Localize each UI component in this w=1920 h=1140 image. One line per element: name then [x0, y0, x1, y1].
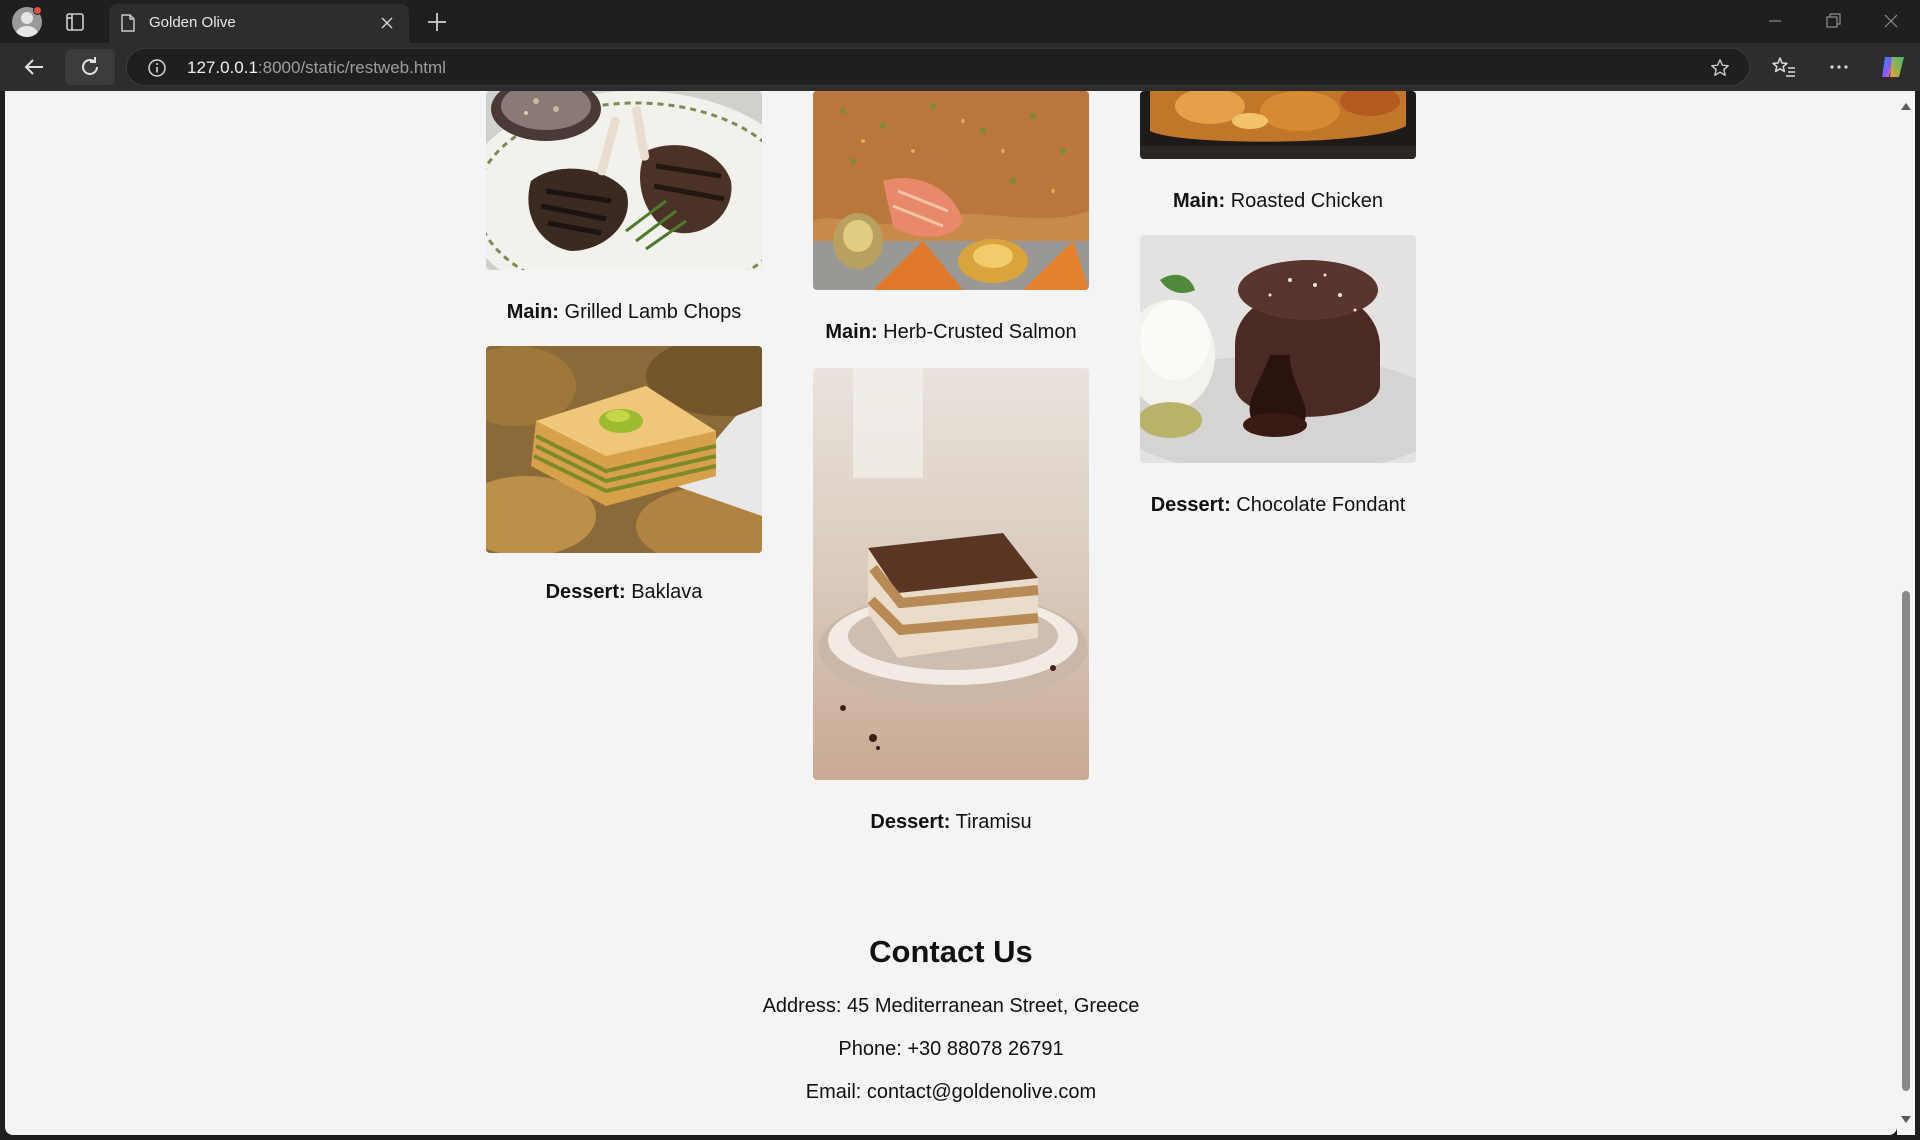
back-arrow-icon[interactable] — [18, 51, 50, 83]
site-info-icon[interactable] — [147, 58, 167, 78]
url-text: 127.0.0.1:8000/static/restweb.html — [187, 58, 446, 78]
contact-email: Email: contact@goldenolive.com — [805, 1081, 1097, 1103]
browser-tab-active[interactable]: Golden Olive — [109, 4, 409, 43]
dish-caption: Dessert: Baklava — [464, 581, 784, 604]
menu-item-roasted-chicken: Main: Roasted Chicken — [1140, 91, 1416, 212]
dish-course: Main: — [825, 321, 878, 343]
dish-course: Dessert: — [545, 581, 626, 603]
address-bar[interactable]: 127.0.0.1:8000/static/restweb.html — [126, 48, 1750, 86]
contact-address: Address: 45 Mediterranean Street, Greece — [762, 995, 1140, 1017]
contact-heading: Contact Us — [869, 934, 1033, 969]
page-viewport: Main: Grilled Lamb Chops Dessert: Baklav… — [5, 91, 1897, 1135]
tab-strip: Golden Olive — [0, 0, 1920, 43]
favorites-list-icon[interactable] — [1768, 51, 1800, 83]
dish-name: Roasted Chicken — [1230, 190, 1384, 212]
herb-crusted-salmon-photo — [813, 91, 1089, 290]
new-tab-plus-icon[interactable] — [424, 9, 450, 35]
reload-button[interactable] — [65, 49, 115, 85]
dish-name: Tiramisu — [955, 811, 1032, 833]
scrollbar-thumb[interactable] — [1902, 591, 1910, 1091]
more-options-icon[interactable] — [1823, 51, 1855, 83]
menu-item-baklava: Dessert: Baklava — [486, 346, 762, 603]
roasted-chicken-photo — [1140, 91, 1416, 159]
favorite-star-icon[interactable] — [1709, 57, 1731, 79]
dish-caption: Main: Herb-Crusted Salmon — [791, 321, 1111, 344]
dish-course: Dessert: — [870, 811, 951, 833]
browser-toolbar: 127.0.0.1:8000/static/restweb.html — [0, 43, 1920, 91]
page-icon — [121, 14, 135, 32]
menu-item-grilled-lamb-chops: Main: Grilled Lamb Chops — [486, 91, 762, 323]
contact-phone: Phone: +30 88078 26791 — [838, 1038, 1064, 1060]
menu-item-chocolate-fondant: Dessert: Chocolate Fondant — [1140, 235, 1416, 516]
copilot-icon[interactable] — [1877, 51, 1909, 83]
dish-caption: Dessert: Chocolate Fondant — [1118, 494, 1438, 517]
close-window-icon[interactable] — [1871, 8, 1911, 34]
vertical-scrollbar[interactable] — [1897, 91, 1915, 1135]
chocolate-fondant-photo — [1140, 235, 1416, 463]
dish-caption: Dessert: Tiramisu — [791, 811, 1111, 834]
scroll-up-arrow-icon[interactable] — [1901, 103, 1911, 110]
baklava-photo — [486, 346, 762, 553]
dish-name: Herb-Crusted Salmon — [883, 321, 1077, 343]
profile-notification-dot — [33, 6, 42, 15]
minimize-icon[interactable] — [1755, 8, 1795, 34]
dish-caption: Main: Roasted Chicken — [1118, 190, 1438, 213]
dish-course: Main: — [506, 301, 559, 323]
url-host: 127.0.0.1 — [187, 58, 258, 77]
dish-name: Baklava — [631, 581, 703, 603]
dish-course: Dessert: — [1150, 494, 1231, 516]
tab-close-icon[interactable] — [377, 13, 397, 33]
url-path: :8000/static/restweb.html — [257, 58, 446, 77]
tab-title: Golden Olive — [149, 14, 236, 31]
tab-actions-icon[interactable] — [62, 10, 88, 34]
dish-caption: Main: Grilled Lamb Chops — [464, 301, 784, 324]
scroll-down-arrow-icon[interactable] — [1901, 1116, 1911, 1123]
grilled-lamb-chops-photo — [486, 91, 762, 270]
menu-item-herb-crusted-salmon: Main: Herb-Crusted Salmon — [813, 91, 1089, 343]
dish-name: Grilled Lamb Chops — [564, 301, 742, 323]
tiramisu-photo — [813, 368, 1089, 780]
restore-icon[interactable] — [1813, 8, 1853, 34]
menu-item-tiramisu: Dessert: Tiramisu — [813, 368, 1089, 833]
reload-icon — [82, 57, 98, 75]
dish-name: Chocolate Fondant — [1236, 494, 1406, 516]
contact-section: Contact Us Address: 45 Mediterranean Str… — [5, 934, 1897, 1124]
dish-course: Main: — [1172, 190, 1226, 212]
